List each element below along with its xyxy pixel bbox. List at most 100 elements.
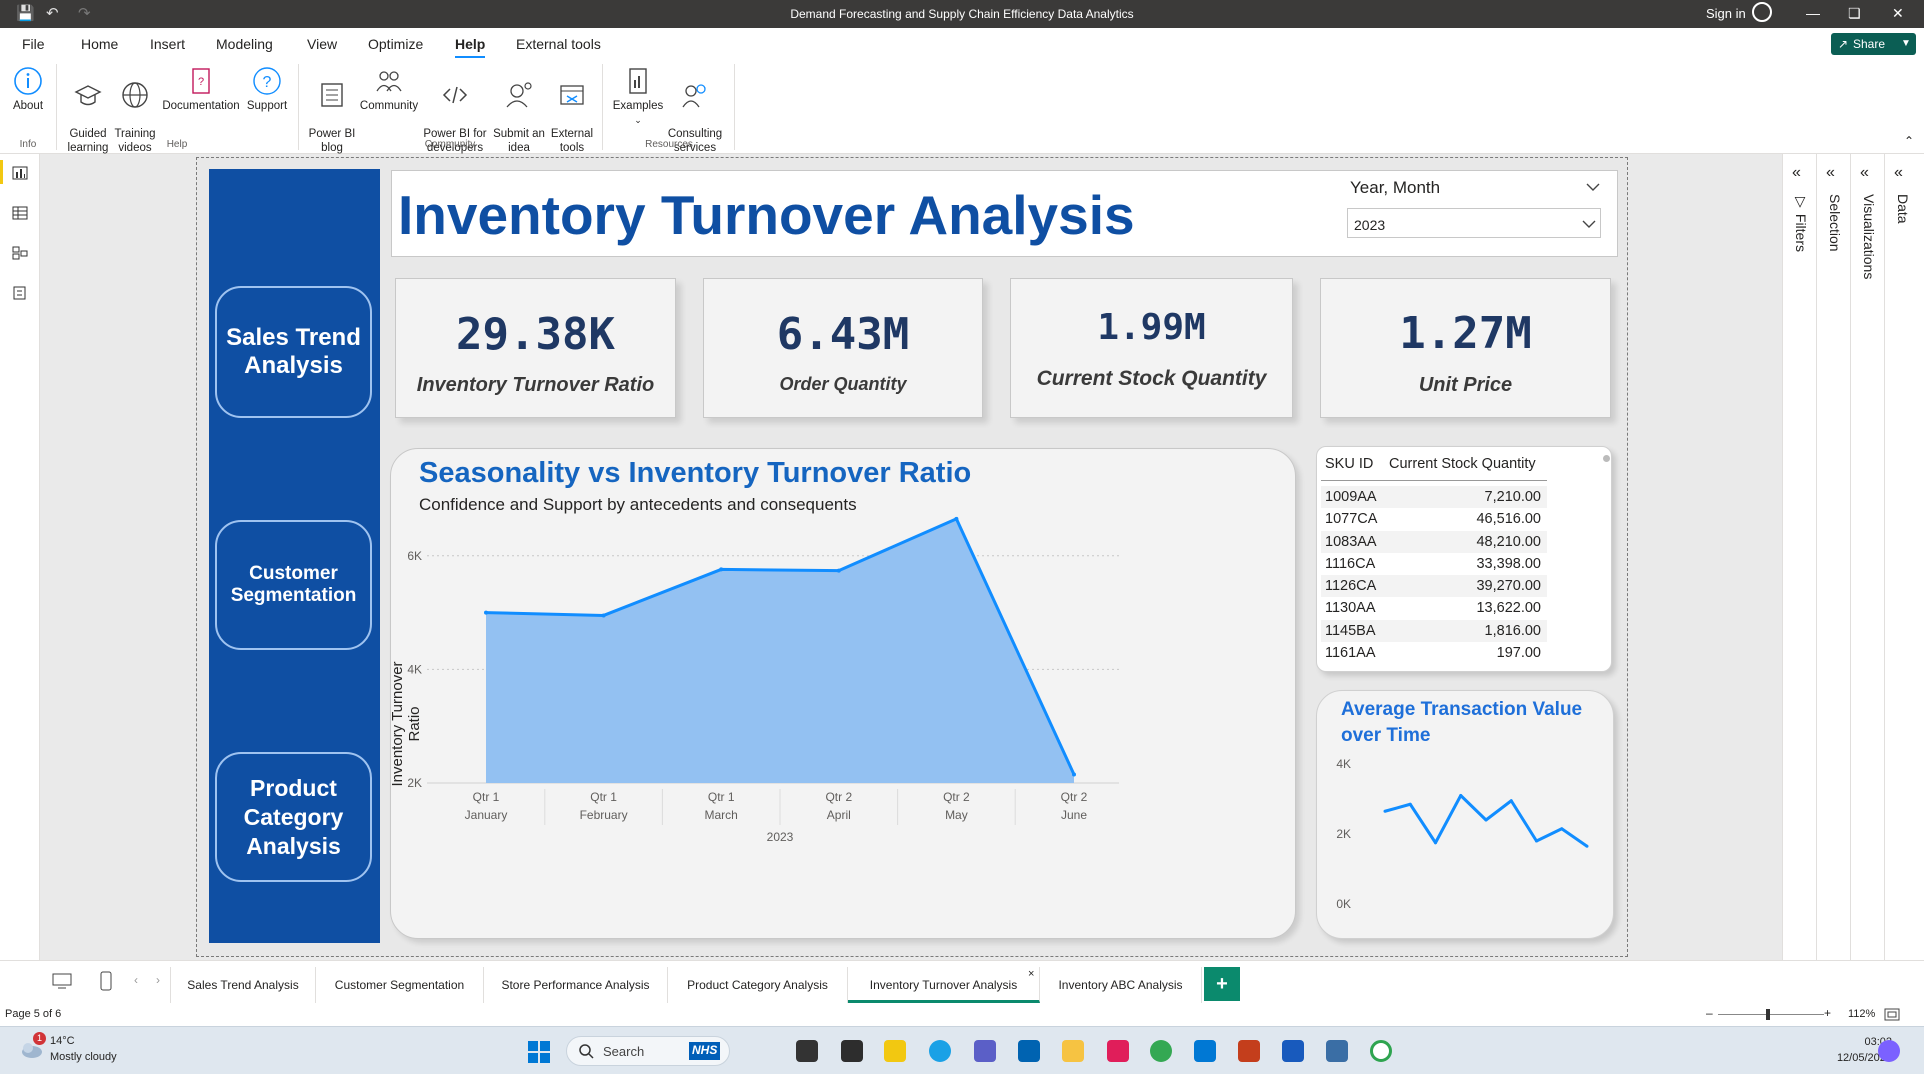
table-row[interactable]: 1145BA 1,816.00 — [1321, 619, 1547, 643]
year-month-slicer[interactable]: 2023 — [1347, 208, 1601, 238]
maximize-icon[interactable]: ❏ — [1848, 5, 1861, 22]
taskbar-search-box[interactable]: Search NHS — [566, 1036, 730, 1066]
area-chart-plot[interactable]: 2K 4K 6K Qtr 1 January Qtr 1 February Qtr 1 Marc… — [391, 449, 1297, 940]
share-button[interactable]: ↗ Share ▼ — [1831, 33, 1916, 55]
stock-table-card[interactable]: SKU ID Current Stock Quantity 1009AA 7,21… — [1316, 446, 1612, 672]
filters-pane[interactable]: « ▽ Filters — [1783, 154, 1817, 994]
data-point[interactable] — [1408, 802, 1412, 806]
data-point[interactable] — [1434, 841, 1437, 845]
table-row[interactable]: 1077CA 46,516.00 — [1321, 508, 1547, 531]
page-tab[interactable]: Sales Trend Analysis — [170, 967, 316, 1003]
table-row[interactable]: 1130AA 13,622.00 — [1321, 597, 1547, 620]
collapse-icon[interactable]: « — [1860, 164, 1869, 182]
data-point[interactable] — [1585, 844, 1589, 848]
copilot-icon[interactable] — [1878, 1040, 1900, 1062]
page-tab-active[interactable]: Inventory Turnover Analysis — [848, 967, 1040, 1003]
task-view-icon[interactable] — [796, 1040, 818, 1062]
data-pane[interactable]: « Data — [1885, 154, 1919, 994]
data-point[interactable] — [836, 568, 841, 573]
collapse-icon[interactable]: « — [1792, 164, 1801, 182]
seasonality-chart-card[interactable]: Seasonality vs Inventory Turnover Ratio … — [389, 448, 1297, 940]
report-view-icon[interactable] — [12, 166, 28, 180]
nav-product-category-button[interactable]: Product Category Analysis — [215, 752, 372, 882]
table-view-icon[interactable] — [12, 206, 28, 220]
selection-pane[interactable]: « Selection — [1817, 154, 1851, 994]
table-header-sku[interactable]: SKU ID — [1325, 456, 1373, 472]
community-button[interactable]: Community — [356, 66, 422, 113]
data-point[interactable] — [1509, 799, 1513, 803]
collapse-ribbon-icon[interactable]: ⌃ — [1904, 134, 1914, 148]
refresh-app-icon[interactable] — [1370, 1040, 1392, 1062]
windows-start-icon[interactable] — [528, 1041, 550, 1063]
data-point[interactable] — [601, 613, 606, 618]
word-icon[interactable] — [1282, 1040, 1304, 1062]
scroll-right-icon[interactable]: › — [156, 973, 160, 987]
powerpoint-icon[interactable] — [1238, 1040, 1260, 1062]
menu-help[interactable]: Help — [455, 36, 486, 59]
data-point[interactable] — [1459, 794, 1463, 797]
scrollbar-thumb[interactable] — [1603, 455, 1610, 462]
page-tab[interactable]: Inventory ABC Analysis — [1040, 967, 1202, 1003]
table-row[interactable]: 1126CA 39,270.00 — [1321, 575, 1547, 598]
slicer-chevron-icon[interactable] — [1586, 182, 1600, 192]
add-page-button[interactable]: + — [1204, 967, 1240, 1001]
fit-to-page-icon[interactable] — [1884, 1008, 1900, 1021]
examples-button[interactable]: Examples ⌄ — [612, 66, 664, 127]
minimize-icon[interactable]: — — [1806, 5, 1820, 21]
edge-icon[interactable] — [929, 1040, 951, 1062]
visualizations-pane[interactable]: « Visualizations — [1851, 154, 1885, 994]
menu-file[interactable]: File — [22, 36, 45, 52]
model-view-icon[interactable] — [12, 246, 28, 260]
desktop-layout-icon[interactable] — [52, 973, 72, 989]
zoom-slider-track[interactable] — [1718, 1014, 1824, 1015]
file-explorer-icon[interactable] — [1062, 1040, 1084, 1062]
chrome-icon[interactable] — [1150, 1040, 1172, 1062]
data-point[interactable] — [1560, 827, 1564, 831]
dax-query-view-icon[interactable] — [12, 286, 28, 300]
menu-optimize[interactable]: Optimize — [368, 36, 423, 52]
menu-home[interactable]: Home — [81, 36, 118, 52]
zoom-in-icon[interactable]: + — [1824, 1006, 1831, 1020]
line-chart-plot[interactable]: 4K 2K 0K — [1317, 691, 1615, 940]
menu-insert[interactable]: Insert — [150, 36, 185, 52]
table-row[interactable]: 1083AA 48,210.00 — [1321, 530, 1547, 553]
nav-sales-trend-button[interactable]: Sales Trend Analysis — [215, 286, 372, 418]
data-point[interactable] — [1383, 809, 1387, 813]
power-bi-icon[interactable] — [884, 1040, 906, 1062]
nav-customer-segmentation-button[interactable]: Customer Segmentation — [215, 520, 372, 650]
about-button[interactable]: About — [8, 66, 48, 113]
page-tab[interactable]: Customer Segmentation — [316, 967, 484, 1003]
data-point[interactable] — [1535, 839, 1538, 843]
sign-in-link[interactable]: Sign in — [1706, 6, 1746, 21]
page-tab[interactable]: Product Category Analysis — [668, 967, 848, 1003]
mobile-layout-icon[interactable] — [100, 971, 112, 991]
table-row[interactable]: 1161AA 197.00 — [1321, 642, 1547, 665]
close-tab-icon[interactable]: × — [1028, 968, 1034, 980]
data-point[interactable] — [1072, 772, 1076, 777]
data-point[interactable] — [484, 610, 488, 615]
teams-icon[interactable] — [974, 1040, 996, 1062]
vscode-icon[interactable] — [1194, 1040, 1216, 1062]
close-icon[interactable]: ✕ — [1892, 5, 1904, 22]
table-row[interactable]: 1116CA 33,398.00 — [1321, 552, 1547, 576]
collapse-icon[interactable]: « — [1826, 164, 1835, 182]
menu-external-tools[interactable]: External tools — [516, 36, 601, 52]
store-icon[interactable] — [1018, 1040, 1040, 1062]
data-point[interactable] — [954, 516, 959, 521]
page-tab[interactable]: Store Performance Analysis — [484, 967, 668, 1003]
zoom-out-icon[interactable]: – — [1706, 1006, 1713, 1020]
data-point[interactable] — [1484, 818, 1488, 822]
menu-view[interactable]: View — [307, 36, 337, 52]
scroll-left-icon[interactable]: ‹ — [134, 973, 138, 987]
menu-modeling[interactable]: Modeling — [216, 36, 273, 52]
area-fill[interactable] — [486, 518, 1074, 783]
table-row[interactable]: 1009AA 7,210.00 — [1321, 486, 1547, 509]
data-point[interactable] — [719, 567, 724, 572]
avg-transaction-chart-card[interactable]: Average Transaction Value over Time 4K 2K… — [1316, 690, 1614, 939]
mysql-icon[interactable] — [1326, 1040, 1348, 1062]
app-icon[interactable] — [841, 1040, 863, 1062]
table-header-stock[interactable]: Current Stock Quantity — [1389, 456, 1536, 472]
zoom-slider-thumb[interactable] — [1766, 1009, 1770, 1020]
slack-icon[interactable] — [1107, 1040, 1129, 1062]
collapse-icon[interactable]: « — [1894, 164, 1903, 182]
